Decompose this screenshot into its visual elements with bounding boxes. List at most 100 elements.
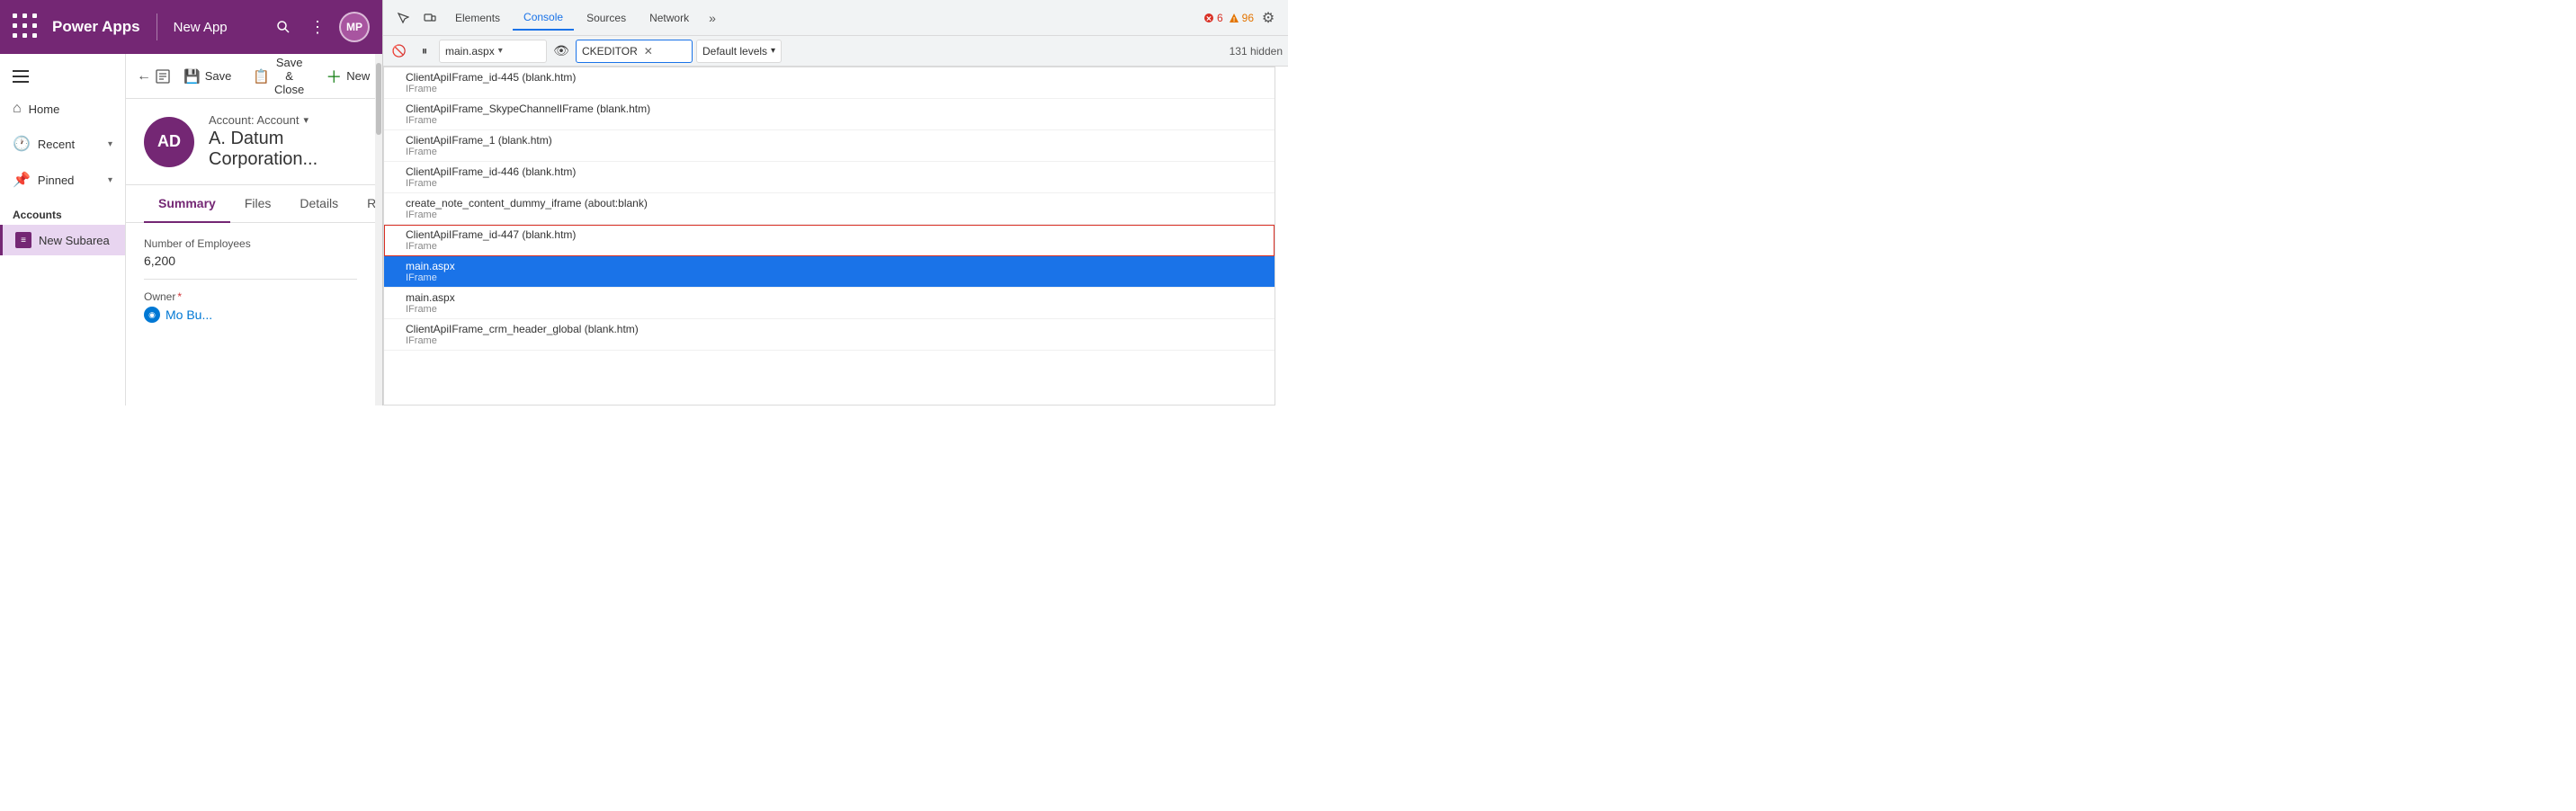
list-item[interactable]: main.aspx IFrame xyxy=(384,288,1275,319)
form-area: Number of Employees 6,200 Owner ◉ Mo Bu.… xyxy=(126,223,375,406)
employees-label: Number of Employees xyxy=(144,237,357,250)
add-icon: ＋ xyxy=(326,65,342,88)
pause-on-exceptions-button[interactable]: ⏸ xyxy=(414,40,435,62)
toolbar: ← 💾 Save 📋 Save & Close xyxy=(126,54,375,99)
sidebar-item-pinned[interactable]: 📌 Pinned ▾ xyxy=(0,162,125,198)
sidebar-item-new-subarea[interactable]: ≡ New Subarea xyxy=(0,225,125,255)
entry-main-text: ClientApiIFrame_crm_header_global (blank… xyxy=(406,323,639,335)
more-tabs-button[interactable]: » xyxy=(702,5,723,31)
list-item[interactable]: ClientApiIFrame_1 (blank.htm) IFrame xyxy=(384,130,1275,162)
list-item[interactable]: create_note_content_dummy_iframe (about:… xyxy=(384,193,1275,225)
eye-button[interactable]: 👁 xyxy=(550,40,572,62)
save-icon: 💾 xyxy=(183,68,201,85)
list-item[interactable]: ClientApiIFrame_id-446 (blank.htm) IFram… xyxy=(384,162,1275,193)
sidebar-item-label: Recent xyxy=(38,138,75,151)
entry-main-text: create_note_content_dummy_iframe (about:… xyxy=(406,197,648,209)
employees-value: 6,200 xyxy=(144,254,357,280)
inspect-element-button[interactable] xyxy=(390,5,416,31)
chevron-down-icon: ▾ xyxy=(108,139,112,149)
main-content: ← 💾 Save 📋 Save & Close xyxy=(126,54,375,406)
sidebar-section-accounts: Accounts xyxy=(0,198,125,225)
record-tabs: Summary Files Details Related xyxy=(126,185,375,223)
tab-files[interactable]: Files xyxy=(230,185,286,223)
sidebar-subarea-label: New Subarea xyxy=(39,234,110,247)
more-options-button[interactable]: ⋮ xyxy=(305,14,330,40)
save-close-button[interactable]: 📋 Save & Close xyxy=(244,54,313,101)
tab-sources[interactable]: Sources xyxy=(576,6,637,30)
app-launcher-button[interactable] xyxy=(13,13,40,40)
pin-icon: 📌 xyxy=(13,171,31,189)
left-panel: Power Apps New App ⋮ MP ⌂ Home xyxy=(0,0,382,406)
list-item[interactable]: main.aspx IFrame xyxy=(384,256,1275,288)
svg-text:✕: ✕ xyxy=(1206,14,1212,22)
filter-input[interactable]: CKEDITOR ✕ xyxy=(576,40,693,63)
context-selector[interactable]: main.aspx ▾ xyxy=(439,40,547,63)
record-header: AD Account: Account ▾ A. Datum Corporati… xyxy=(126,99,375,185)
top-bar: Power Apps New App ⋮ MP xyxy=(0,0,382,54)
owner-icon: ◉ xyxy=(144,307,160,323)
entry-sub-text: IFrame xyxy=(406,178,576,189)
list-item[interactable]: ClientApiIFrame_SkypeChannelIFrame (blan… xyxy=(384,99,1275,130)
sidebar-item-label: Pinned xyxy=(38,174,74,187)
chevron-down-icon: ▾ xyxy=(303,114,309,126)
tab-console[interactable]: Console xyxy=(513,5,574,31)
tab-network[interactable]: Network xyxy=(639,6,700,30)
back-button[interactable]: ← xyxy=(137,63,151,90)
filter-clear-button[interactable]: ✕ xyxy=(641,44,656,58)
owner-label: Owner xyxy=(144,290,357,303)
entry-sub-text: IFrame xyxy=(406,209,648,220)
scrollbar-thumb[interactable] xyxy=(376,63,381,135)
home-icon: ⌂ xyxy=(13,101,22,117)
devtools-panel: Elements Console Sources Network » ✕ 6 !… xyxy=(382,0,1288,406)
entry-main-text: ClientApiIFrame_SkypeChannelIFrame (blan… xyxy=(406,102,650,115)
clear-console-button[interactable]: 🚫 xyxy=(389,40,410,62)
entry-sub-text: IFrame xyxy=(406,241,576,252)
context-dropdown: ClientApiIFrame_id-445 (blank.htm) IFram… xyxy=(383,67,1275,406)
record-info: Account: Account ▾ A. Datum Corporation.… xyxy=(209,113,357,170)
entry-main-text: ClientApiIFrame_id-446 (blank.htm) xyxy=(406,165,576,178)
sidebar-item-label: Home xyxy=(29,102,60,116)
entry-sub-text: IFrame xyxy=(406,84,576,94)
list-item[interactable]: ClientApiIFrame_id-447 (blank.htm) IFram… xyxy=(384,225,1275,256)
tab-summary[interactable]: Summary xyxy=(144,185,230,223)
avatar[interactable]: MP xyxy=(339,12,370,42)
devtools-toolbar: 🚫 ⏸ main.aspx ▾ 👁 CKEDITOR ✕ Default lev… xyxy=(383,36,1288,67)
search-button[interactable] xyxy=(271,14,296,40)
tab-elements[interactable]: Elements xyxy=(444,6,511,30)
chevron-down-icon: ▾ xyxy=(498,46,503,56)
entry-sub-text: IFrame xyxy=(406,115,650,126)
main-scrollbar[interactable] xyxy=(375,54,382,406)
level-selector[interactable]: Default levels ▾ xyxy=(696,40,782,63)
chevron-down-icon: ▾ xyxy=(108,175,112,185)
entry-sub-text: IFrame xyxy=(406,272,455,283)
record-name: A. Datum Corporation... xyxy=(209,129,357,170)
device-toggle-button[interactable] xyxy=(417,5,443,31)
hidden-count: 131 hidden xyxy=(1230,45,1283,58)
save-close-icon: 📋 xyxy=(253,68,270,85)
sidebar-toggle-button[interactable] xyxy=(0,61,125,92)
list-item[interactable]: ClientApiIFrame_crm_header_global (blank… xyxy=(384,319,1275,351)
entry-main-text: ClientApiIFrame_id-447 (blank.htm) xyxy=(406,228,576,241)
devtools-tabs: Elements Console Sources Network » ✕ 6 !… xyxy=(383,0,1288,36)
app-body: ⌂ Home 🕐 Recent ▾ 📌 Pinned ▾ Accounts xyxy=(0,54,382,406)
owner-value: ◉ Mo Bu... xyxy=(144,307,357,323)
settings-button[interactable]: ⚙ xyxy=(1256,5,1281,31)
entry-main-text: main.aspx xyxy=(406,291,455,304)
error-badge[interactable]: ✕ 6 xyxy=(1203,12,1223,24)
warning-badge[interactable]: ! 96 xyxy=(1229,12,1254,24)
new-button[interactable]: ＋ New xyxy=(317,60,375,93)
save-button[interactable]: 💾 Save xyxy=(174,64,240,89)
app-name: New App xyxy=(174,20,228,35)
sidebar-item-home[interactable]: ⌂ Home xyxy=(0,92,125,126)
svg-text:!: ! xyxy=(1232,17,1234,23)
chevron-down-icon: ▾ xyxy=(771,46,775,56)
record-type[interactable]: Account: Account ▾ xyxy=(209,113,357,127)
console-body: ▶ ClientApiIFrame_id-445 (blank.htm) IFr… xyxy=(383,67,1288,406)
entry-main-text: ClientApiIFrame_1 (blank.htm) xyxy=(406,134,552,147)
tab-related[interactable]: Related xyxy=(353,185,375,223)
entry-main-text: main.aspx xyxy=(406,260,455,272)
tab-details[interactable]: Details xyxy=(285,185,353,223)
list-item[interactable]: ClientApiIFrame_id-445 (blank.htm) IFram… xyxy=(384,67,1275,99)
entry-sub-text: IFrame xyxy=(406,147,552,157)
sidebar-item-recent[interactable]: 🕐 Recent ▾ xyxy=(0,126,125,162)
